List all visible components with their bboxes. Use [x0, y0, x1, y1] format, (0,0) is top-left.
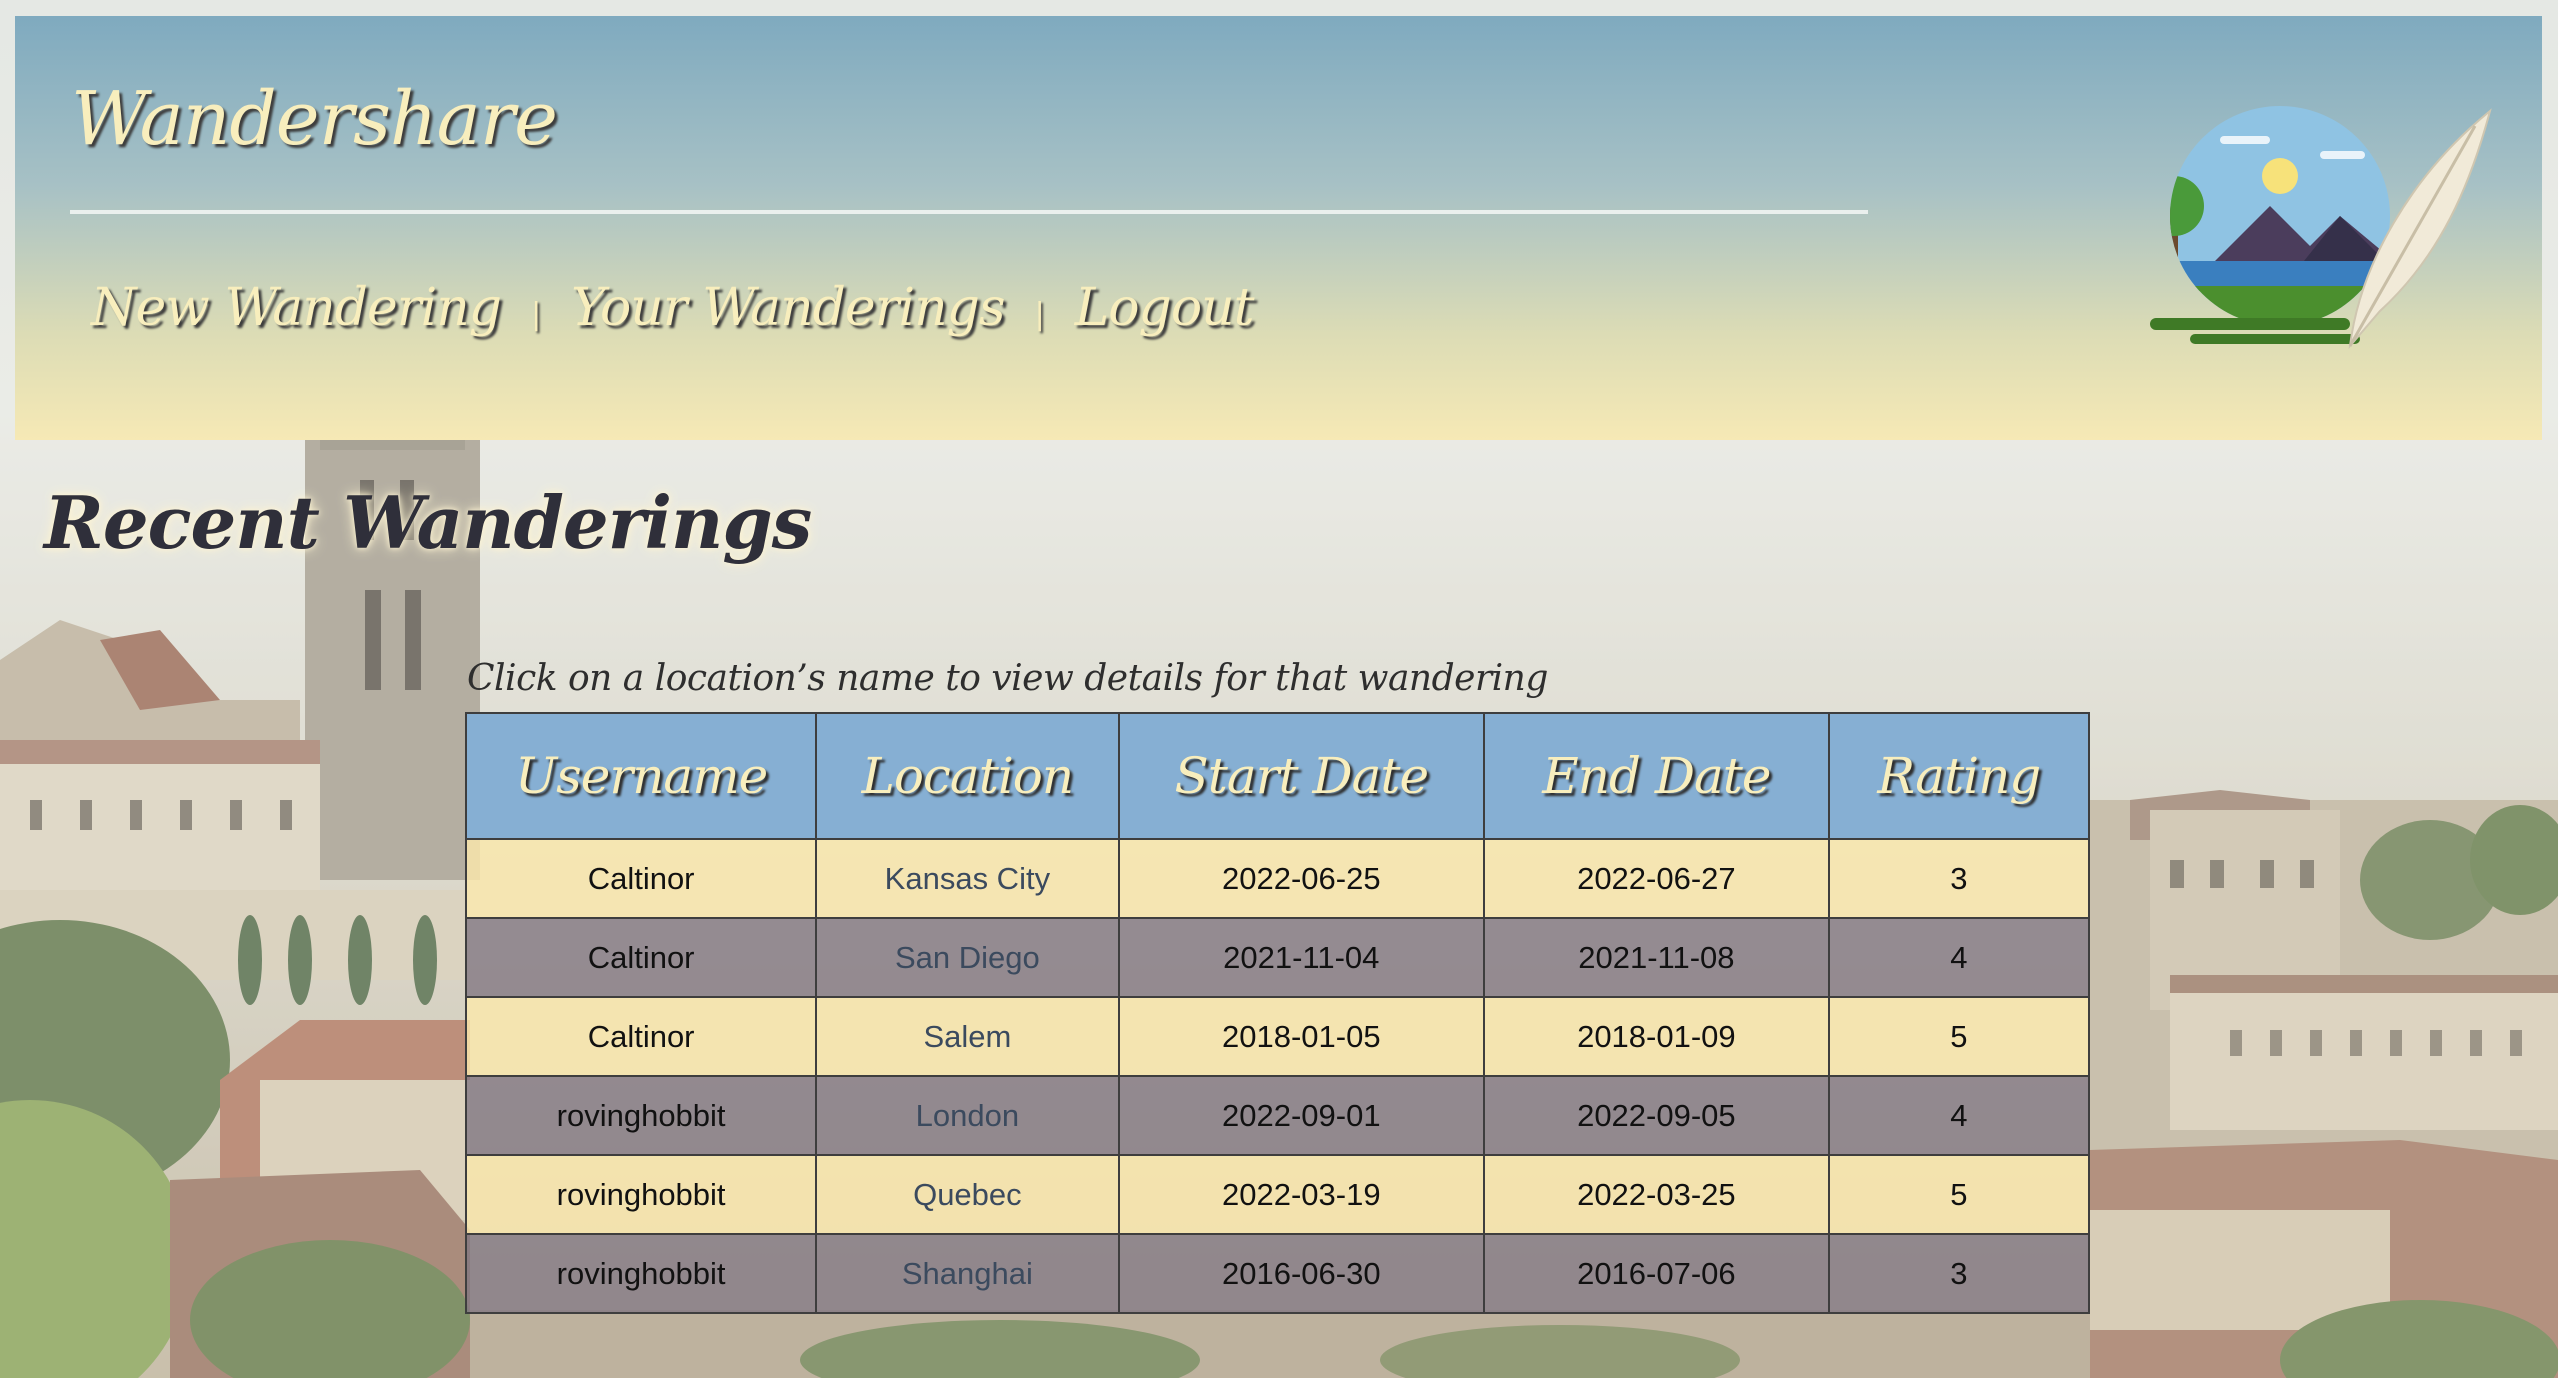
cell-username: rovinghobbit	[464, 1075, 818, 1156]
cell-rating: 4	[1827, 917, 2091, 998]
cell-start-date: 2016-06-30	[1117, 1233, 1486, 1314]
cell-location-link[interactable]: Quebec	[815, 1154, 1120, 1235]
table-hint-text: Click on a location’s name to view detai…	[467, 658, 1548, 699]
cell-start-date: 2022-09-01	[1117, 1075, 1486, 1156]
nav-logout-link[interactable]: Logout	[1075, 278, 1255, 338]
cell-start-date: 2018-01-05	[1117, 996, 1486, 1077]
column-header-location: Location	[815, 712, 1120, 840]
cell-end-date: 2022-06-27	[1483, 838, 1830, 919]
table-row: Caltinor Kansas City 2022-06-25 2022-06-…	[464, 838, 2091, 919]
cell-start-date: 2021-11-04	[1117, 917, 1486, 998]
cell-location-link[interactable]: San Diego	[815, 917, 1120, 998]
cell-location-link[interactable]: Kansas City	[815, 838, 1120, 919]
column-header-start-date: Start Date	[1117, 712, 1486, 840]
cell-end-date: 2018-01-09	[1483, 996, 1830, 1077]
cell-username: Caltinor	[464, 996, 818, 1077]
cell-rating: 4	[1827, 1075, 2091, 1156]
cell-username: rovinghobbit	[464, 1233, 818, 1314]
landscape-quill-logo-icon	[2150, 106, 2492, 350]
cell-end-date: 2022-09-05	[1483, 1075, 1830, 1156]
site-title[interactable]: Wandershare	[71, 76, 558, 162]
cell-rating: 5	[1827, 1154, 2091, 1235]
cell-end-date: 2016-07-06	[1483, 1233, 1830, 1314]
column-header-end-date: End Date	[1483, 712, 1830, 840]
nav-your-wanderings-link[interactable]: Your Wanderings	[571, 278, 1005, 338]
cell-start-date: 2022-03-19	[1117, 1154, 1486, 1235]
cell-rating: 3	[1827, 838, 2091, 919]
table-row: rovinghobbit London 2022-09-01 2022-09-0…	[464, 1075, 2091, 1156]
cell-end-date: 2021-11-08	[1483, 917, 1830, 998]
cell-rating: 5	[1827, 996, 2091, 1077]
table-row: rovinghobbit Quebec 2022-03-19 2022-03-2…	[464, 1154, 2091, 1235]
cell-username: rovinghobbit	[464, 1154, 818, 1235]
table-row: rovinghobbit Shanghai 2016-06-30 2016-07…	[464, 1233, 2091, 1314]
nav-separator: |	[531, 296, 542, 332]
column-header-username: Username	[464, 712, 818, 840]
cell-location-link[interactable]: London	[815, 1075, 1120, 1156]
cell-location-link[interactable]: Salem	[815, 996, 1120, 1077]
cell-username: Caltinor	[464, 838, 818, 919]
cell-location-link[interactable]: Shanghai	[815, 1233, 1120, 1314]
cell-rating: 3	[1827, 1233, 2091, 1314]
column-header-rating: Rating	[1827, 712, 2091, 840]
table-header-row: Username Location Start Date End Date Ra…	[464, 712, 2091, 840]
nav-separator: |	[1034, 296, 1045, 332]
site-header: Wandershare New Wandering | Your Wanderi…	[15, 16, 2542, 440]
table-row: Caltinor San Diego 2021-11-04 2021-11-08…	[464, 917, 2091, 998]
table-row: Caltinor Salem 2018-01-05 2018-01-09 5	[464, 996, 2091, 1077]
title-divider	[70, 210, 1868, 214]
cell-username: Caltinor	[464, 917, 818, 998]
page-title: Recent Wanderings	[44, 480, 812, 565]
cell-start-date: 2022-06-25	[1117, 838, 1486, 919]
main-nav: New Wandering | Your Wanderings | Logout	[91, 278, 1255, 338]
cell-end-date: 2022-03-25	[1483, 1154, 1830, 1235]
wanderings-table: Username Location Start Date End Date Ra…	[464, 712, 2091, 1314]
nav-new-wandering-link[interactable]: New Wandering	[91, 278, 502, 338]
